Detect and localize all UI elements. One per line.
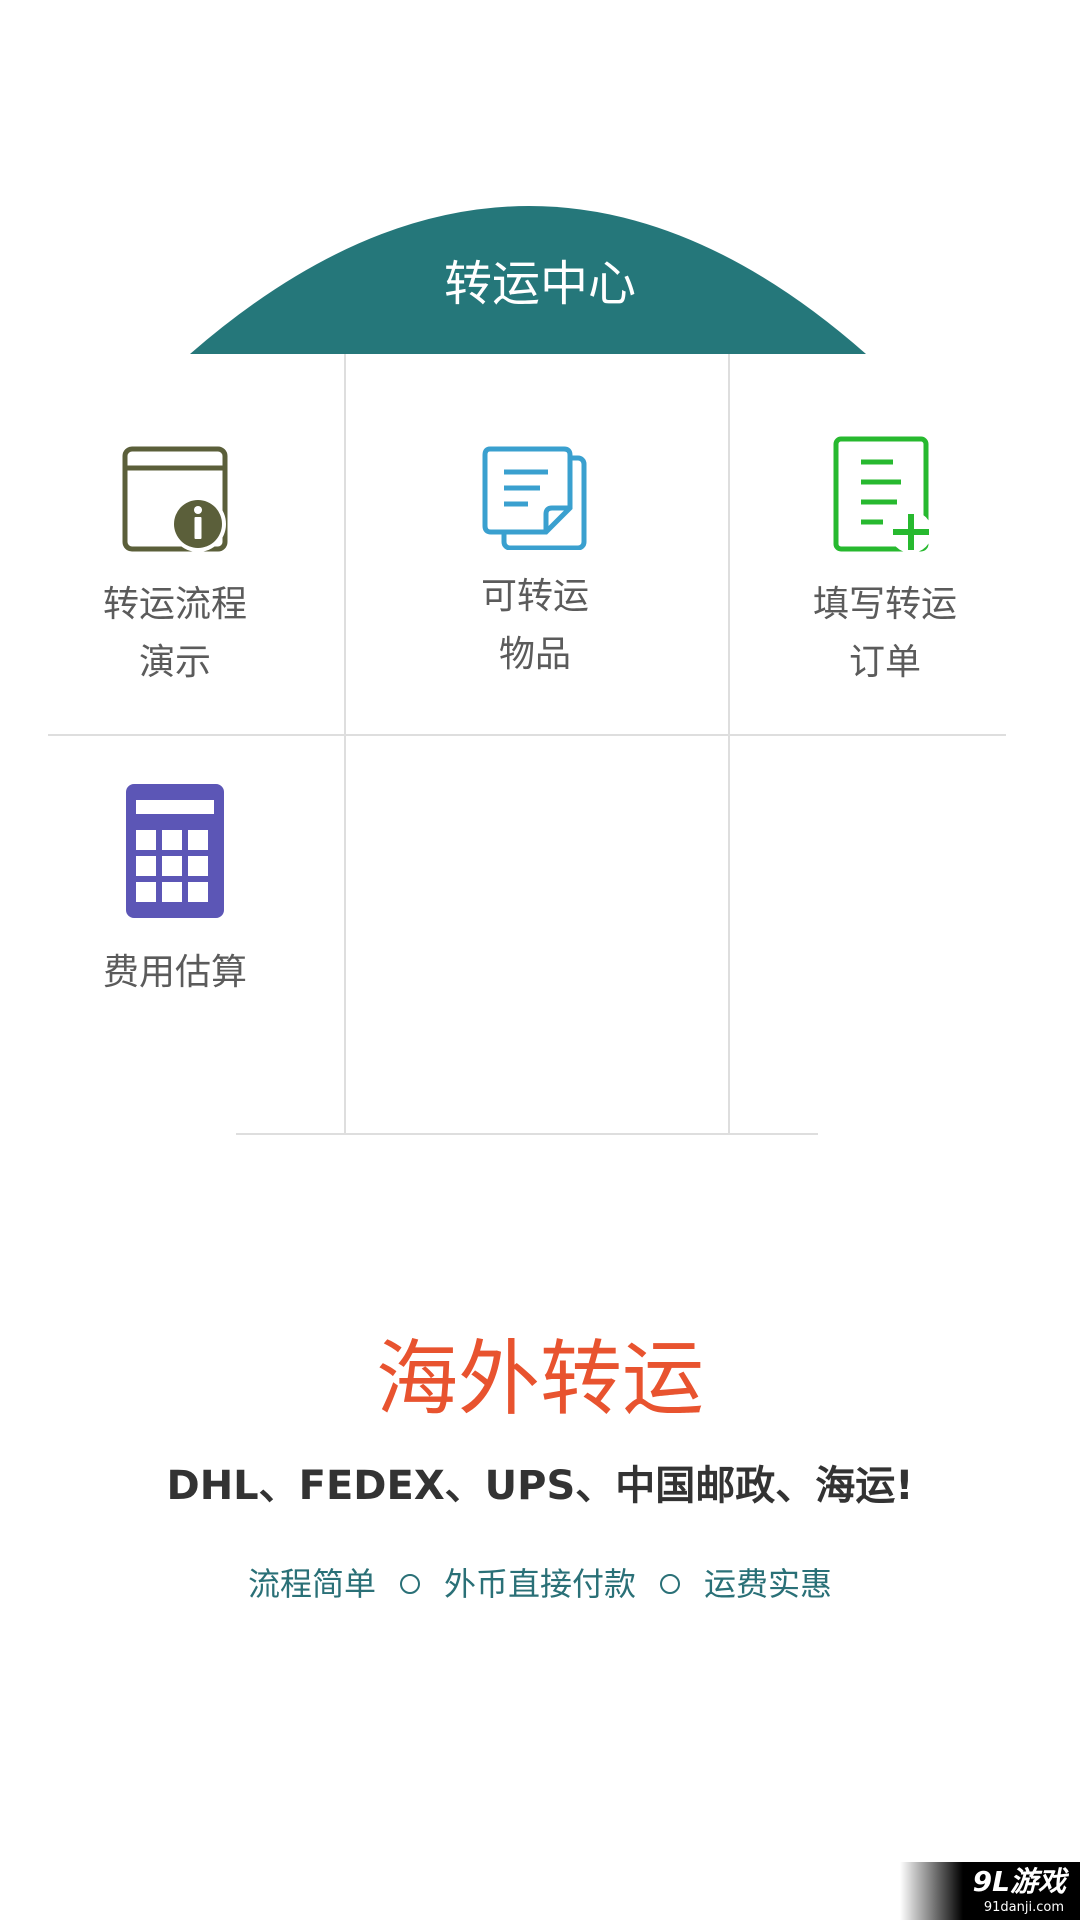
- tile-cost-estimate-label: 费用估算: [103, 944, 247, 1002]
- promo-title: 海外转运: [375, 1332, 704, 1427]
- tile-shippable-items-line1: 可转运: [480, 576, 589, 617]
- grid-divider: [236, 1133, 818, 1135]
- tile-shippable-items-line2: 物品: [498, 634, 571, 675]
- tile-process-demo-label: 转运流程 演示: [103, 576, 247, 692]
- tile-cost-estimate[interactable]: 费用估算: [60, 784, 290, 1002]
- watermark-logo: 9L游戏: [972, 1865, 1066, 1898]
- circle-separator-icon: [399, 1574, 420, 1594]
- watermark: 9L游戏 91danji.com: [900, 1862, 1080, 1920]
- tile-process-demo[interactable]: 转运流程 演示: [60, 446, 290, 692]
- grid-divider: [344, 354, 346, 1134]
- grid-divider: [48, 734, 1006, 736]
- tile-fill-order-label: 填写转运 订单: [813, 576, 957, 692]
- promo-carriers: DHL、FEDEX、UPS、中国邮政、海运!: [166, 1463, 914, 1509]
- documents-icon: [482, 446, 587, 550]
- tile-shippable-items[interactable]: 可转运 物品: [420, 446, 650, 684]
- feature-simple-process: 流程简单: [247, 1565, 376, 1603]
- tile-fill-order-line2: 订单: [848, 642, 921, 683]
- feature-affordable-shipping: 运费实惠: [704, 1565, 833, 1603]
- feature-foreign-currency-payment: 外币直接付款: [443, 1565, 636, 1603]
- page-title: 转运中心: [443, 256, 636, 312]
- promo-features: 流程简单 外币直接付款 运费实惠: [0, 1563, 1080, 1605]
- watermark-url: 91danji.com: [983, 1900, 1064, 1915]
- tile-cost-estimate-line1: 费用估算: [102, 952, 247, 993]
- tile-process-demo-line2: 演示: [138, 642, 211, 683]
- grid-divider: [728, 354, 730, 1134]
- tile-fill-order[interactable]: 填写转运 订单: [770, 436, 1000, 692]
- tile-process-demo-line1: 转运流程: [102, 584, 247, 625]
- circle-separator-icon: [660, 1574, 680, 1594]
- info-window-icon: [122, 446, 228, 552]
- calculator-icon: [126, 784, 224, 918]
- tile-fill-order-line1: 填写转运: [812, 584, 957, 625]
- add-document-icon: [833, 436, 932, 553]
- tile-shippable-items-label: 可转运 物品: [481, 568, 589, 684]
